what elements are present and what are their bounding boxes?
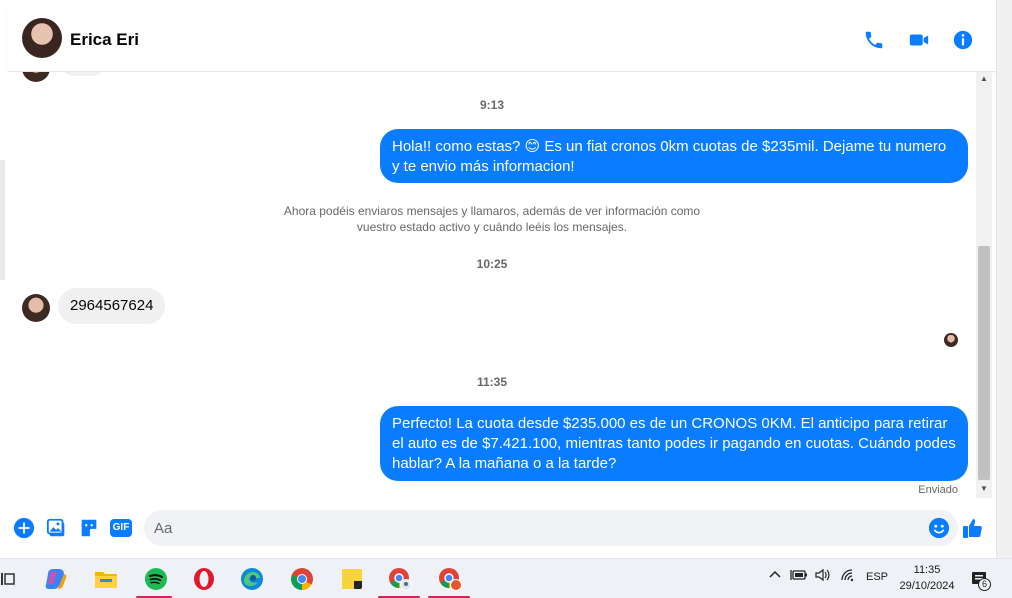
windows-taskbar: ESP 11:35 29/10/2024 6 [0, 558, 1012, 598]
message-composer: GIF [8, 504, 996, 552]
incoming-message[interactable]: 2964567624 [58, 288, 166, 324]
notification-count: 6 [978, 578, 991, 591]
contact-avatar-small [22, 294, 50, 322]
opera-icon[interactable] [190, 565, 218, 593]
notice-line: vuestro estado activo y cuándo leéis los… [356, 220, 628, 234]
chrome-icon[interactable] [288, 565, 316, 593]
scroll-down-arrow-icon[interactable]: ▼ [979, 484, 989, 494]
notice-text: Ahora podéis enviaros mensajes y llamaro… [278, 203, 706, 235]
outgoing-message[interactable]: Hola!! como estas? 😊 Es un fiat cronos 0… [380, 129, 968, 183]
message-thread[interactable]: 9:13 Hola!! como estas? 😊 Es un fiat cro… [8, 72, 976, 498]
phone-icon[interactable] [860, 26, 888, 54]
left-edge-mark [0, 160, 5, 280]
edge-icon[interactable] [238, 565, 266, 593]
scroll-thumb[interactable] [978, 246, 990, 480]
file-explorer-icon[interactable] [92, 565, 120, 593]
message-input[interactable] [154, 510, 914, 546]
battery-icon[interactable] [790, 568, 808, 585]
volume-icon[interactable] [814, 568, 832, 585]
seen-indicator-avatar [944, 333, 958, 347]
timestamp: 10:25 [476, 257, 508, 271]
gif-label: GIF [110, 519, 132, 537]
outgoing-message[interactable]: Perfecto! La cuota desde $235.000 es de … [380, 406, 968, 481]
chrome-profile-icon[interactable] [436, 565, 464, 593]
timestamp: 9:13 [479, 98, 505, 112]
thread-scrollbar[interactable]: ▲ ▼ [976, 72, 992, 498]
timestamp: 11:35 [476, 375, 508, 389]
system-clock[interactable]: 11:35 29/10/2024 [892, 562, 962, 594]
clock-date: 29/10/2024 [899, 580, 955, 592]
previous-message-bubble [60, 72, 106, 76]
notice-line: Ahora podéis enviaros mensajes y llamaro… [283, 204, 701, 218]
conversation-header: Erica Eri [8, 8, 996, 72]
image-icon[interactable] [45, 516, 69, 540]
contact-avatar[interactable] [22, 18, 62, 58]
sticky-notes-icon[interactable] [338, 565, 366, 593]
scroll-up-arrow-icon[interactable]: ▲ [979, 74, 989, 84]
thumbs-up-icon[interactable] [960, 516, 986, 540]
plus-icon[interactable] [12, 516, 36, 540]
chrome-profile-icon[interactable] [386, 565, 414, 593]
copilot-icon[interactable] [42, 565, 70, 593]
sticker-icon[interactable] [77, 516, 101, 540]
wifi-icon[interactable] [840, 568, 858, 585]
spotify-icon[interactable] [142, 565, 170, 593]
task-view-icon[interactable] [0, 565, 16, 593]
info-icon[interactable] [949, 26, 977, 54]
message-status: Enviado [918, 484, 958, 496]
window-right-edge [996, 0, 1012, 558]
messenger-window: Erica Eri 9:13 Hola!! como estas? 😊 Es u… [0, 0, 1012, 558]
message-input-container [144, 510, 958, 546]
language-indicator[interactable]: ESP [866, 571, 888, 583]
contact-avatar-small [22, 72, 50, 82]
clock-time: 11:35 [913, 564, 941, 576]
notification-icon[interactable]: 6 [966, 565, 994, 593]
emoji-icon[interactable] [928, 517, 950, 539]
chevron-up-icon[interactable] [768, 568, 782, 585]
gif-icon[interactable]: GIF [108, 516, 134, 540]
contact-name[interactable]: Erica Eri [70, 30, 139, 50]
video-camera-icon[interactable] [905, 26, 933, 54]
